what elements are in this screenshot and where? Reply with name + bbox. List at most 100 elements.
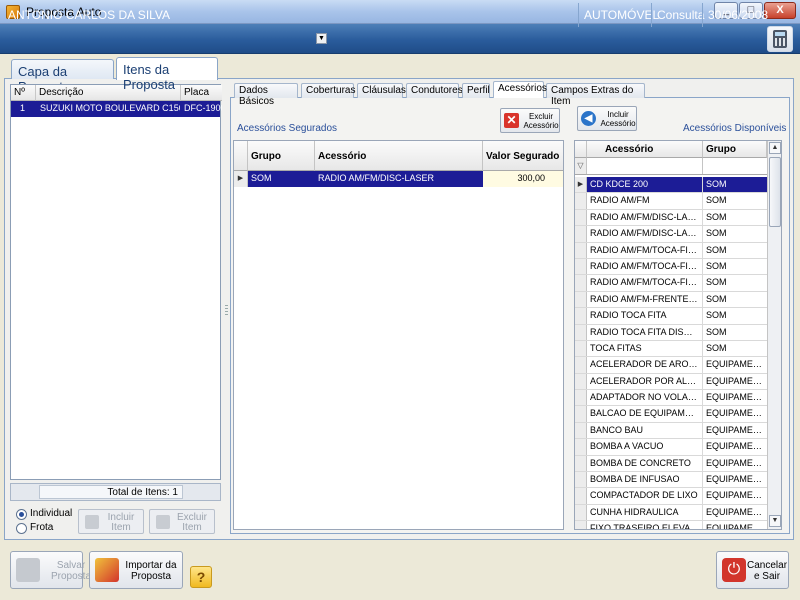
filter-icon[interactable]: ▽ <box>575 158 587 174</box>
cancel-exit-button[interactable]: ⏻ Cancelar e Sair <box>716 551 789 589</box>
tab-clausulas[interactable]: Cláusulas <box>357 83 406 98</box>
list-item[interactable]: ACELERADOR POR ALAVA... EQUIPAMEN... <box>575 373 767 391</box>
row-selector[interactable] <box>575 258 587 275</box>
delete-accessory-button[interactable]: ✕ Excluir Acessório <box>500 108 560 133</box>
row-selector[interactable] <box>575 324 587 340</box>
row-selector[interactable] <box>575 242 587 258</box>
list-item[interactable]: FIXO TRASEIRO ELEVATO... EQUIPAMEN... <box>575 521 767 529</box>
insured-accessories-grid[interactable]: Grupo Acessório Valor Segurado ▶ SOM RAD… <box>233 140 564 530</box>
delete-icon: ✕ <box>504 113 519 128</box>
column-header-acessorio[interactable]: Acessório <box>587 141 703 158</box>
cell-grupo: SOM <box>706 342 727 353</box>
row-selector[interactable] <box>575 308 587 324</box>
row-selector[interactable] <box>575 455 587 472</box>
calculator-button[interactable] <box>767 26 793 52</box>
row-selector[interactable] <box>575 504 587 521</box>
cell-acessorio: CD KDCE 200 <box>587 177 703 193</box>
list-item[interactable]: RADIO AM/FM-FRENTE RE... SOM <box>575 291 767 309</box>
list-item[interactable]: RADIO TOCA FITA SOM <box>575 308 767 325</box>
list-item[interactable]: BALCAO DE EQUIPAMENT... EQUIPAMEN... <box>575 406 767 423</box>
row-selector[interactable] <box>575 422 587 439</box>
close-button[interactable]: X <box>764 2 796 19</box>
cell-acessorio: BANCO BAU <box>587 422 703 439</box>
cell-grupo: SOM <box>706 277 727 288</box>
add-accessory-button[interactable]: ◀ Incluir Acessório <box>577 106 637 131</box>
filter-row[interactable]: ▽ <box>575 158 767 175</box>
list-item[interactable]: BOMBA DE INFUSAO EQUIPAMEN... <box>575 472 767 489</box>
row-selector[interactable] <box>575 340 587 357</box>
column-header-no[interactable]: Nº <box>11 85 36 101</box>
list-item[interactable]: BANCO BAU EQUIPAMEN... <box>575 422 767 440</box>
list-item[interactable]: BOMBA A VACUO EQUIPAMEN... <box>575 439 767 456</box>
row-selector[interactable] <box>575 357 587 373</box>
save-proposal-button[interactable]: Salvar Proposta <box>10 551 91 589</box>
import-proposal-button[interactable]: Importar da Proposta <box>89 551 183 589</box>
column-header-grupo[interactable]: Grupo <box>248 141 315 171</box>
save-icon <box>16 558 40 582</box>
list-item[interactable]: RADIO AM/FM/DISC-LASE... SOM <box>575 226 767 243</box>
items-grid[interactable]: Nº Descrição Placa 1 SUZUKI MOTO BOULEVA… <box>10 84 222 480</box>
list-item[interactable]: RADIO TOCA FITA DISC L... SOM <box>575 324 767 341</box>
tab-condutores[interactable]: Condutores <box>406 83 463 98</box>
list-item[interactable]: CUNHA HIDRAULICA EQUIPAMEN... <box>575 504 767 522</box>
tab-campos-extras[interactable]: Campos Extras do Item <box>546 83 645 107</box>
help-icon[interactable]: ? <box>190 566 212 588</box>
list-item[interactable]: ADAPTADOR NO VOLANTE... EQUIPAMEN... <box>575 390 767 407</box>
scroll-up-icon[interactable]: ▲ <box>769 142 781 154</box>
row-selector[interactable] <box>575 275 587 291</box>
tab-coberturas[interactable]: Coberturas <box>301 83 355 98</box>
chevron-down-icon[interactable]: ▼ <box>316 33 327 44</box>
vertical-scrollbar[interactable]: ▲ ▼ <box>767 141 781 529</box>
cell-acessorio: RADIO AM/FM/DISC-LASER <box>315 171 483 187</box>
tab-dados-basicos[interactable]: Dados Básicos <box>234 83 298 107</box>
tab-itens-da-proposta[interactable]: Itens da Proposta <box>116 57 218 92</box>
list-item[interactable]: RADIO AM/FM/TOCA-FITA... SOM <box>575 242 767 259</box>
cell-grupo: SOM <box>706 326 727 337</box>
row-selector[interactable] <box>575 521 587 529</box>
table-row[interactable]: ▶ SOM RADIO AM/FM/DISC-LASER 300,00 <box>234 171 563 187</box>
list-item[interactable]: RADIO AM/FM/DISC-LASE... SOM <box>575 209 767 227</box>
list-item[interactable]: RADIO AM/FM/TOCA-FITA... SOM <box>575 275 767 292</box>
list-item[interactable]: BOMBA DE CONCRETO EQUIPAMEN... <box>575 455 767 473</box>
list-item[interactable]: COMPACTADOR DE LIXO EQUIPAMEN... <box>575 488 767 505</box>
row-selector[interactable] <box>575 373 587 390</box>
list-item[interactable]: ACELERADOR DE ARO MA... EQUIPAMEN... <box>575 357 767 374</box>
cell-acessorio: FIXO TRASEIRO ELEVATO... <box>587 521 703 529</box>
column-header-valor[interactable]: Valor Segurado <box>483 141 563 171</box>
row-pointer-icon[interactable]: ▶ <box>575 177 587 193</box>
column-header-grupo[interactable]: Grupo <box>703 141 767 158</box>
list-item[interactable]: TOCA FITAS SOM <box>575 340 767 358</box>
list-item[interactable]: RADIO AM/FM/TOCA-FITA... SOM <box>575 258 767 276</box>
column-header-placa[interactable]: Placa <box>181 85 222 101</box>
row-selector[interactable] <box>575 390 587 406</box>
cell-acessorio: ADAPTADOR NO VOLANTE... <box>587 390 703 406</box>
row-selector[interactable] <box>575 291 587 308</box>
row-selector[interactable] <box>575 226 587 242</box>
row-selector-header <box>575 141 587 158</box>
column-header-acessorio[interactable]: Acessório <box>315 141 483 171</box>
splitter-handle[interactable] <box>225 305 228 315</box>
available-accessories-grid[interactable]: Acessório Grupo ▽ ▶ CD KDCE 200 SOM RADIO A… <box>574 140 782 530</box>
add-item-button[interactable]: Incluir Item <box>78 509 144 534</box>
tab-acessorios[interactable]: Acessórios <box>493 81 547 98</box>
cell-acessorio: RADIO TOCA FITA DISC L... <box>587 324 703 340</box>
insured-value-field[interactable]: 300,00 <box>483 171 563 187</box>
filter-cell[interactable] <box>587 158 703 174</box>
row-selector[interactable] <box>575 209 587 226</box>
row-selector[interactable] <box>575 193 587 209</box>
scroll-thumb[interactable] <box>769 157 781 227</box>
tab-capa-da-proposta[interactable]: Capa da Proposta <box>11 59 114 94</box>
row-selector[interactable] <box>575 488 587 504</box>
list-item[interactable]: ▶ CD KDCE 200 SOM <box>575 177 767 194</box>
row-selector[interactable] <box>575 406 587 422</box>
delete-item-button[interactable]: Excluir Item <box>149 509 215 534</box>
tab-perfil[interactable]: Perfil <box>462 83 490 98</box>
row-selector[interactable] <box>575 439 587 455</box>
cell-acessorio: RADIO AM/FM <box>587 193 703 209</box>
row-selector[interactable] <box>575 472 587 488</box>
delete-item-icon <box>156 515 170 529</box>
table-row[interactable]: 1 SUZUKI MOTO BOULEVARD C1500 DFC-1900 <box>11 101 222 117</box>
scroll-down-icon[interactable]: ▼ <box>769 515 781 527</box>
list-item[interactable]: RADIO AM/FM SOM <box>575 193 767 210</box>
cell-acessorio: RADIO AM/FM/TOCA-FITA... <box>587 275 703 291</box>
